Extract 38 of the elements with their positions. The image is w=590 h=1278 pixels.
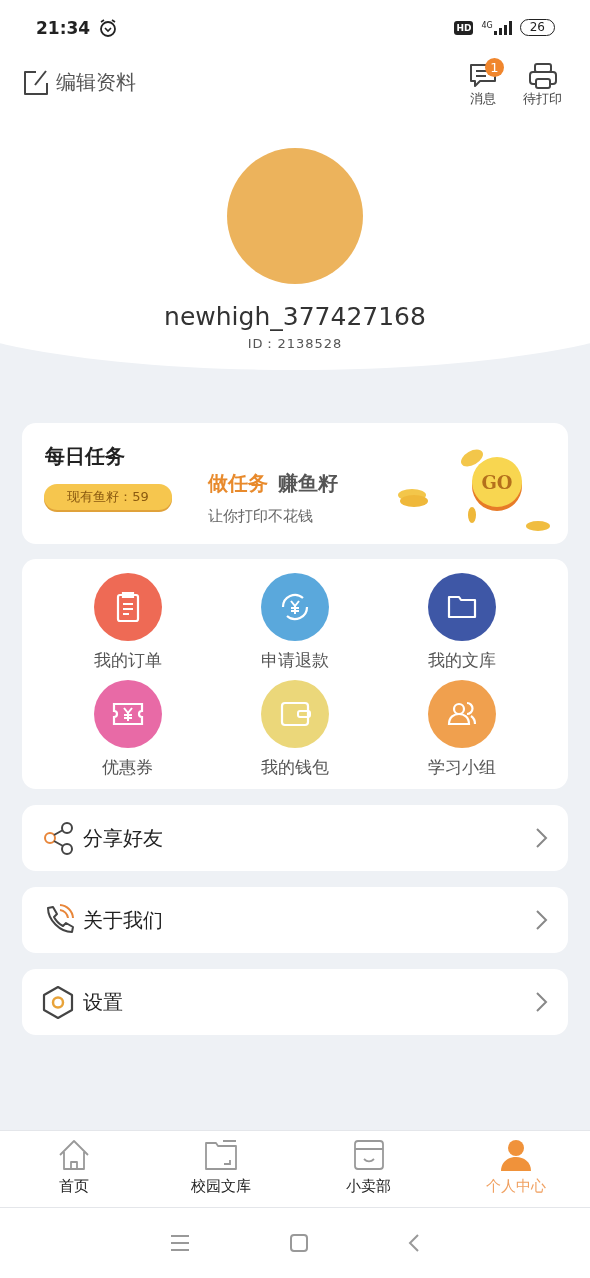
task-subtitle: 让你打印不花钱	[208, 507, 313, 526]
status-time: 21:34	[36, 17, 91, 38]
edit-icon	[22, 68, 50, 97]
tab[interactable]: 小卖部	[295, 1131, 443, 1207]
print-queue-button[interactable]: 待打印	[515, 57, 570, 108]
tab[interactable]: 校园文库	[147, 1131, 295, 1207]
task-title: 每日任务	[45, 443, 125, 470]
chevron-right-icon	[535, 991, 548, 1013]
shortcut-button[interactable]: 优惠券	[44, 680, 212, 779]
task-headline: 赚鱼籽	[278, 470, 338, 497]
home-square-icon[interactable]	[290, 1234, 308, 1252]
menu-item[interactable]: 分享好友	[22, 805, 568, 871]
shortcut-button[interactable]: 我的文库	[378, 573, 546, 672]
hexagon-icon	[42, 985, 75, 1019]
shortcut-button[interactable]: 申请退款	[211, 573, 379, 672]
back-icon[interactable]	[408, 1234, 420, 1252]
balance-pill: 现有鱼籽：59	[44, 484, 172, 510]
chevron-right-icon	[535, 909, 548, 931]
shortcut-button[interactable]: 学习小组	[378, 680, 546, 779]
menu-icon[interactable]	[170, 1234, 190, 1252]
printer-icon	[526, 61, 559, 90]
shortcut-button[interactable]: 我的订单	[44, 573, 212, 672]
task-headline-accent: 做任务	[208, 470, 268, 497]
network-type: 4G	[481, 20, 493, 30]
chevron-right-icon	[535, 827, 548, 849]
folder-icon	[203, 1137, 240, 1173]
menu-item[interactable]: 设置	[22, 969, 568, 1035]
username: newhigh_377427168	[164, 302, 426, 331]
menu-item[interactable]: 关于我们	[22, 887, 568, 953]
messages-button[interactable]: 消息 1	[459, 57, 507, 108]
user-id: ID：2138528	[247, 335, 343, 353]
alarm-icon	[98, 17, 119, 38]
share-icon	[42, 821, 75, 855]
shortcut-button[interactable]: 我的钱包	[211, 680, 379, 779]
signal-icon	[493, 20, 512, 35]
edit-profile-button[interactable]: 编辑资料	[22, 68, 136, 97]
message-icon	[467, 61, 499, 90]
tab[interactable]: 首页	[0, 1131, 148, 1207]
